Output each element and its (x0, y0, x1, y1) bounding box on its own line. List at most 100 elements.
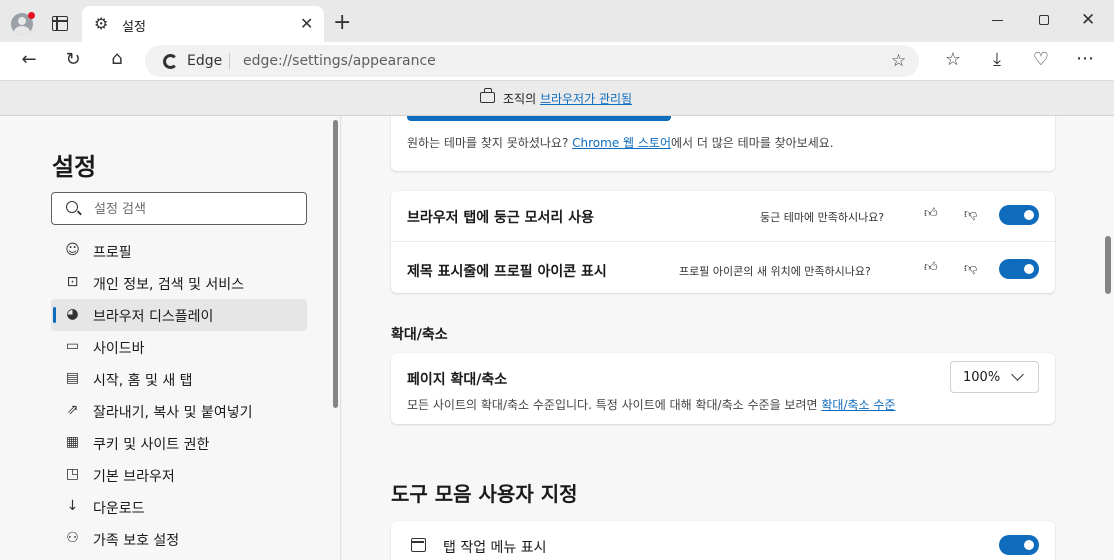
appearance-options-card: 브라우저 탭에 둥근 모서리 사용 둥근 테마에 만족하시나요? 👍︎ 👎︎ 제… (391, 191, 1055, 293)
sidebar-item-downloads[interactable]: ↓ 다운로드 (51, 491, 307, 523)
download-icon[interactable]: ⤓ (985, 51, 1009, 69)
share-icon: ⇗ (66, 402, 79, 418)
search-icon (66, 201, 78, 213)
tab-actions-menu-title: 탭 작업 메뉴 표시 (443, 540, 547, 556)
chrome-web-store-link[interactable]: Chrome 웹 스토어 (572, 136, 671, 150)
maximize-icon[interactable] (1039, 15, 1049, 25)
sidebar-item-label: 프로필 (93, 245, 132, 261)
browser-toolbar: ← ↻ ⌂ Edge edge://settings/appearance ☆ … (0, 42, 1114, 80)
thumbs-down-icon[interactable]: 👎︎ (964, 207, 977, 222)
default-browser-icon: ◳ (65, 466, 80, 482)
profile-icon: ☺ (65, 242, 80, 258)
thumbs-down-icon[interactable]: 👎︎ (964, 261, 977, 276)
thumbs-up-icon[interactable]: 👍︎ (924, 260, 938, 275)
theme-action-button[interactable] (407, 116, 671, 121)
managed-infobar: 조직의 브라우저가 관리됨 (0, 80, 1114, 116)
home-tab-icon: ▤ (65, 370, 80, 386)
toolbar-options-card: 탭 작업 메뉴 표시 (391, 521, 1055, 560)
sidebar-item-label: 가족 보호 설정 (93, 533, 180, 549)
download-icon: ↓ (66, 498, 79, 514)
address-bar-divider (229, 53, 230, 69)
rounded-tabs-feedback: 둥근 테마에 만족하시나요? (760, 211, 885, 224)
sidebar-item-label: 사이드바 (93, 341, 145, 357)
content-scrollbar[interactable] (1105, 236, 1111, 294)
theme-hint-prefix: 원하는 테마를 찾지 못하셨나요? (407, 136, 573, 150)
vertical-tabs-icon[interactable] (52, 16, 68, 31)
cookie-icon: ▦ (65, 434, 80, 450)
back-icon[interactable]: ← (17, 51, 41, 69)
chevron-down-icon (1011, 368, 1024, 381)
refresh-icon[interactable]: ↻ (61, 51, 85, 69)
profile-notification-badge (28, 12, 35, 19)
briefcase-icon (480, 88, 495, 103)
sidebar-item-privacy[interactable]: ⊡ 개인 정보, 검색 및 서비스 (51, 267, 307, 299)
family-icon: ⚇ (66, 530, 79, 546)
settings-title: 설정 (52, 153, 97, 181)
rounded-tabs-title: 브라우저 탭에 둥근 모서리 사용 (407, 210, 594, 226)
zoom-levels-link[interactable]: 확대/축소 수준 (821, 398, 895, 412)
profile-icon-toggle[interactable] (999, 259, 1039, 279)
address-bar-label: Edge (187, 53, 223, 69)
zoom-select[interactable]: 100% (950, 361, 1039, 393)
profile-icon-title: 제목 표시줄에 프로필 아이콘 표시 (407, 264, 607, 280)
sidebar-item-label: 시작, 홈 및 새 탭 (93, 373, 193, 389)
sidebar-item-family[interactable]: ⚇ 가족 보호 설정 (51, 523, 307, 555)
browser-essentials-icon[interactable]: ♡ (1029, 51, 1053, 69)
sidebar-item-label: 개인 정보, 검색 및 서비스 (93, 277, 245, 293)
sidebar-icon: ▭ (65, 338, 80, 354)
zoom-desc-prefix: 모든 사이트의 확대/축소 수준입니다. 특정 사이트에 대해 확대/축소 수준… (407, 398, 822, 412)
theme-hint: 원하는 테마를 찾지 못하셨나요? Chrome 웹 스토어에서 더 많은 테마… (407, 134, 834, 151)
sidebar-item-sidebar[interactable]: ▭ 사이드바 (51, 331, 307, 363)
managed-link[interactable]: 브라우저가 관리됨 (540, 92, 632, 106)
thumbs-up-icon[interactable]: 👍︎ (924, 206, 938, 221)
sidebar-item-appearance[interactable]: ◕ 브라우저 디스플레이 (51, 299, 307, 331)
new-tab-icon[interactable]: + (333, 12, 351, 34)
sidebar-item-label: 다운로드 (93, 501, 145, 517)
sidebar-item-share[interactable]: ⇗ 잘라내기, 복사 및 붙여넣기 (51, 395, 307, 427)
close-tab-icon[interactable]: ✕ (300, 14, 313, 33)
sidebar-item-label: 쿠키 및 사이트 권한 (93, 437, 210, 453)
theme-hint-suffix: 에서 더 많은 테마를 찾아보세요. (671, 136, 834, 150)
favorites-icon[interactable]: ☆ (941, 51, 965, 69)
profile-icon-feedback: 프로필 아이콘의 새 위치에 만족하시나요? (679, 265, 871, 278)
more-options-icon[interactable]: ⋯ (1073, 50, 1097, 68)
sidebar-item-profile[interactable]: ☺ 프로필 (51, 235, 307, 267)
zoom-section-title: 확대/축소 (391, 327, 448, 343)
add-favorite-icon[interactable]: ☆ (891, 51, 906, 71)
zoom-description: 모든 사이트의 확대/축소 수준입니다. 특정 사이트에 대해 확대/축소 수준… (407, 396, 895, 413)
zoom-value: 100% (963, 370, 1001, 385)
tab-strip: ⚙ 설정 ✕ + ✕ (0, 0, 1114, 42)
lock-icon: ⊡ (66, 274, 79, 290)
managed-message: 조직의 브라우저가 관리됨 (503, 90, 632, 107)
window-close-icon[interactable]: ✕ (1081, 10, 1095, 30)
edge-logo-icon (163, 54, 178, 69)
minimize-icon[interactable] (992, 20, 1003, 21)
sidebar-scrollbar[interactable] (333, 120, 338, 408)
palette-icon: ◕ (66, 306, 79, 322)
settings-content: 원하는 테마를 찾지 못하셨나요? Chrome 웹 스토어에서 더 많은 테마… (342, 116, 1114, 560)
gear-icon: ⚙ (94, 14, 109, 33)
zoom-card: 페이지 확대/축소 모든 사이트의 확대/축소 수준입니다. 특정 사이트에 대… (391, 353, 1055, 424)
settings-nav: ☺ 프로필 ⊡ 개인 정보, 검색 및 서비스 ◕ 브라우저 디스플레이 ▭ 사… (51, 235, 307, 555)
sidebar-item-label: 브라우저 디스플레이 (93, 309, 214, 325)
address-url[interactable]: edge://settings/appearance (243, 53, 436, 69)
tab-settings[interactable]: ⚙ 설정 ✕ (82, 6, 324, 42)
rounded-tabs-toggle[interactable] (999, 205, 1039, 225)
settings-search[interactable] (51, 192, 307, 225)
page-zoom-title: 페이지 확대/축소 (407, 372, 508, 388)
settings-sidebar: 설정 ☺ 프로필 ⊡ 개인 정보, 검색 및 서비스 ◕ 브라우저 디스플레이 … (0, 116, 341, 560)
sidebar-item-label: 잘라내기, 복사 및 붙여넣기 (93, 405, 253, 421)
tab-actions-menu-toggle[interactable] (999, 535, 1039, 555)
sidebar-item-cookies[interactable]: ▦ 쿠키 및 사이트 권한 (51, 427, 307, 459)
sidebar-item-default-browser[interactable]: ◳ 기본 브라우저 (51, 459, 307, 491)
managed-prefix: 조직의 (503, 92, 540, 106)
sidebar-item-start-home[interactable]: ▤ 시작, 홈 및 새 탭 (51, 363, 307, 395)
row-divider (391, 241, 1055, 242)
toolbar-section-title: 도구 모음 사용자 지정 (391, 482, 578, 506)
tab-title: 설정 (122, 20, 146, 35)
address-bar[interactable]: Edge edge://settings/appearance ☆ (145, 45, 919, 77)
theme-card: 원하는 테마를 찾지 못하셨나요? Chrome 웹 스토어에서 더 많은 테마… (391, 116, 1055, 171)
tab-actions-menu-icon (411, 538, 426, 552)
search-input[interactable] (94, 199, 294, 219)
home-icon[interactable]: ⌂ (105, 50, 129, 68)
